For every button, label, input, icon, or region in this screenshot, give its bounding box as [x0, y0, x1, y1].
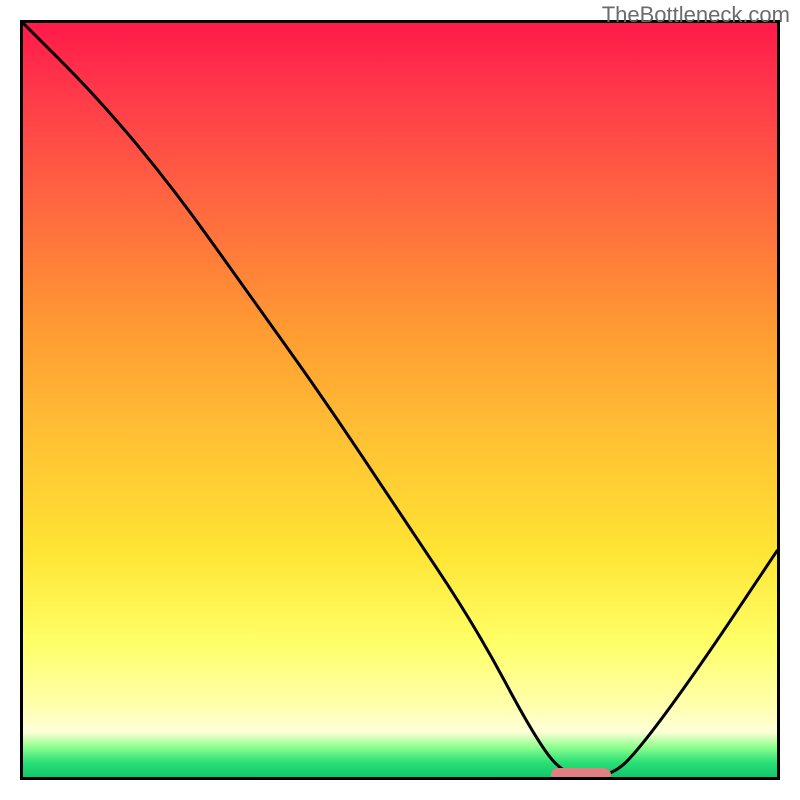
watermark-text: TheBottleneck.com: [602, 2, 790, 28]
chart-container: TheBottleneck.com: [0, 0, 800, 800]
bottleneck-curve: [23, 23, 777, 777]
curve-path: [23, 23, 777, 777]
optimal-range-marker: [551, 768, 611, 780]
plot-area: [20, 20, 780, 780]
